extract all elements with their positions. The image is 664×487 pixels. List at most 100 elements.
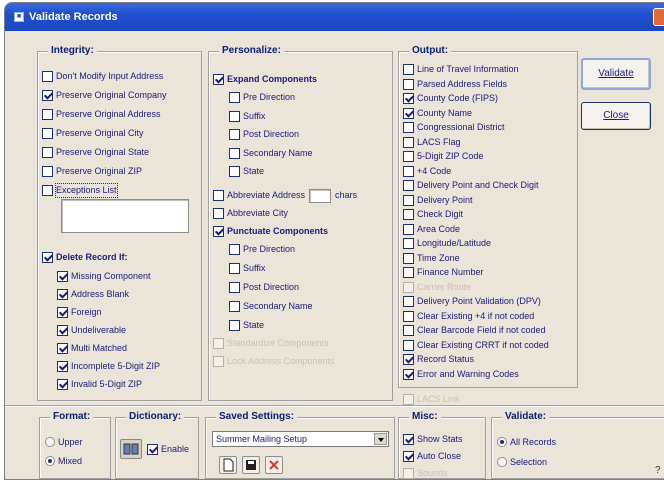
checkbox-box[interactable] <box>403 310 414 322</box>
checkbox-preserve-original-address[interactable]: Preserve Original Address <box>42 108 161 121</box>
checkbox-exceptions-list[interactable]: Exceptions List <box>42 183 118 198</box>
checkbox-suffix[interactable]: Suffix <box>229 262 265 275</box>
checkbox-box[interactable] <box>229 147 240 159</box>
checkbox-post-direction[interactable]: Post Direction <box>229 281 299 294</box>
checkbox-box[interactable] <box>403 252 414 264</box>
checkbox-delete-record-if[interactable]: Delete Record If: <box>42 251 128 264</box>
checkbox-box[interactable] <box>403 107 414 119</box>
checkbox-finance-number[interactable]: Finance Number <box>403 266 484 279</box>
checkbox-invalid-5-digit-zip[interactable]: Invalid 5-Digit ZIP <box>57 378 142 391</box>
checkbox-box[interactable] <box>213 208 224 219</box>
radio-mixed[interactable]: Mixed <box>45 454 82 467</box>
checkbox-box[interactable] <box>57 379 68 390</box>
checkbox-box[interactable] <box>403 296 414 307</box>
radio-selection[interactable]: Selection <box>497 455 547 468</box>
checkbox-lacs-link[interactable]: LACS Link <box>403 393 460 406</box>
checkbox-box[interactable] <box>229 129 240 140</box>
checkbox-box[interactable] <box>147 444 158 455</box>
radio-dot[interactable] <box>497 436 507 447</box>
checkbox-box[interactable] <box>229 92 240 103</box>
checkbox-5-digit-zip-code[interactable]: 5-Digit ZIP Code <box>403 150 483 163</box>
checkbox-delivery-point-validation-dpv[interactable]: Delivery Point Validation (DPV) <box>403 295 541 308</box>
checkbox-box[interactable] <box>42 90 53 101</box>
checkbox-box[interactable] <box>403 434 414 445</box>
checkbox-lacs-flag[interactable]: LACS Flag <box>403 136 461 149</box>
checkbox-box[interactable] <box>229 282 240 293</box>
checkbox-parsed-address-fields[interactable]: Parsed Address Fields <box>403 78 507 91</box>
checkbox-box[interactable] <box>403 209 414 220</box>
close-button[interactable]: Close <box>581 102 651 130</box>
checkbox-delivery-point[interactable]: Delivery Point <box>403 194 473 207</box>
checkbox-box[interactable] <box>229 166 240 177</box>
window-close-button[interactable] <box>653 8 664 26</box>
checkbox-show-stats[interactable]: Show Stats <box>403 433 463 446</box>
checkbox-box[interactable] <box>403 394 414 405</box>
checkbox-longitude-latitude[interactable]: Longitude/Latitude <box>403 237 491 250</box>
checkbox-4-code[interactable]: +4 Code <box>403 165 451 178</box>
checkbox-state[interactable]: State <box>229 319 264 332</box>
checkbox-box[interactable] <box>42 71 53 82</box>
checkbox-box[interactable] <box>403 451 414 462</box>
checkbox-box[interactable] <box>42 147 53 158</box>
checkbox-box[interactable] <box>42 252 53 263</box>
checkbox-sounds[interactable]: Sounds <box>403 467 448 479</box>
checkbox-box[interactable] <box>403 78 414 90</box>
radio-dot[interactable] <box>497 456 507 467</box>
checkbox-secondary-name[interactable]: Secondary Name <box>229 300 313 313</box>
checkbox-time-zone[interactable]: Time Zone <box>403 252 460 265</box>
checkbox-enable[interactable]: Enable <box>147 443 189 456</box>
checkbox-box[interactable] <box>403 368 414 380</box>
checkbox-standardize-components[interactable]: Standardize Components <box>213 337 329 350</box>
checkbox-area-code[interactable]: Area Code <box>403 223 460 236</box>
checkbox-preserve-original-state[interactable]: Preserve Original State <box>42 146 149 159</box>
checkbox-box[interactable] <box>229 263 240 274</box>
checkbox-box[interactable] <box>213 190 224 201</box>
abbreviate-chars-input[interactable] <box>309 188 332 203</box>
checkbox-box[interactable] <box>403 267 414 278</box>
checkbox-box[interactable] <box>229 320 240 331</box>
checkbox-box[interactable] <box>403 64 414 75</box>
checkbox-clear-existing-4-if-not-coded[interactable]: Clear Existing +4 if not coded <box>403 310 534 323</box>
checkbox-abbreviate-address[interactable]: Abbreviate Address chars <box>213 188 357 203</box>
checkbox-box[interactable] <box>403 93 414 104</box>
checkbox-box[interactable] <box>57 361 68 372</box>
checkbox-punctuate-components[interactable]: Punctuate Components <box>213 225 328 238</box>
checkbox-box[interactable] <box>403 165 414 177</box>
checkbox-clear-existing-crrt-if-not-coded[interactable]: Clear Existing CRRT if not coded <box>403 339 549 352</box>
checkbox-line-of-travel-information[interactable]: Line of Travel Information <box>403 63 519 76</box>
checkbox-box[interactable] <box>213 356 224 367</box>
checkbox-box[interactable] <box>403 238 414 249</box>
checkbox-incomplete-5-digit-zip[interactable]: Incomplete 5-Digit ZIP <box>57 360 160 373</box>
radio-dot[interactable] <box>45 455 55 466</box>
checkbox-box[interactable] <box>42 128 53 139</box>
radio-upper[interactable]: Upper <box>45 435 83 448</box>
checkbox-missing-component[interactable]: Missing Component <box>57 270 151 283</box>
checkbox-post-direction[interactable]: Post Direction <box>229 128 299 141</box>
checkbox-box[interactable] <box>213 74 224 85</box>
checkbox-box[interactable] <box>403 136 414 148</box>
checkbox-expand-components[interactable]: Expand Components <box>213 73 317 86</box>
checkbox-box[interactable] <box>42 185 53 196</box>
checkbox-secondary-name[interactable]: Secondary Name <box>229 147 313 160</box>
checkbox-address-blank[interactable]: Address Blank <box>57 288 129 301</box>
checkbox-undeliverable[interactable]: Undeliverable <box>57 324 126 337</box>
checkbox-congressional-district[interactable]: Congressional District <box>403 121 505 134</box>
checkbox-abbreviate-city[interactable]: Abbreviate City <box>213 207 288 220</box>
checkbox-box[interactable] <box>403 151 414 162</box>
checkbox-pre-direction[interactable]: Pre Direction <box>229 243 295 256</box>
checkbox-box[interactable] <box>403 468 414 479</box>
checkbox-delivery-point-and-check-digit[interactable]: Delivery Point and Check Digit <box>403 179 539 192</box>
checkbox-don-t-modify-input-address[interactable]: Don't Modify Input Address <box>42 70 163 83</box>
radio-all-records[interactable]: All Records <box>497 435 556 448</box>
checkbox-suffix[interactable]: Suffix <box>229 110 265 123</box>
checkbox-box[interactable] <box>57 271 68 282</box>
checkbox-carrier-route[interactable]: Carrier Route <box>403 281 471 294</box>
save-setting-icon[interactable] <box>242 456 260 474</box>
checkbox-auto-close[interactable]: Auto Close <box>403 450 461 463</box>
checkbox-box[interactable] <box>213 338 224 349</box>
checkbox-foreign[interactable]: Foreign <box>57 306 102 319</box>
help-icon[interactable]: ? <box>655 465 661 476</box>
checkbox-error-and-warning-codes[interactable]: Error and Warning Codes <box>403 368 519 381</box>
checkbox-box[interactable] <box>213 226 224 237</box>
checkbox-box[interactable] <box>57 307 68 318</box>
